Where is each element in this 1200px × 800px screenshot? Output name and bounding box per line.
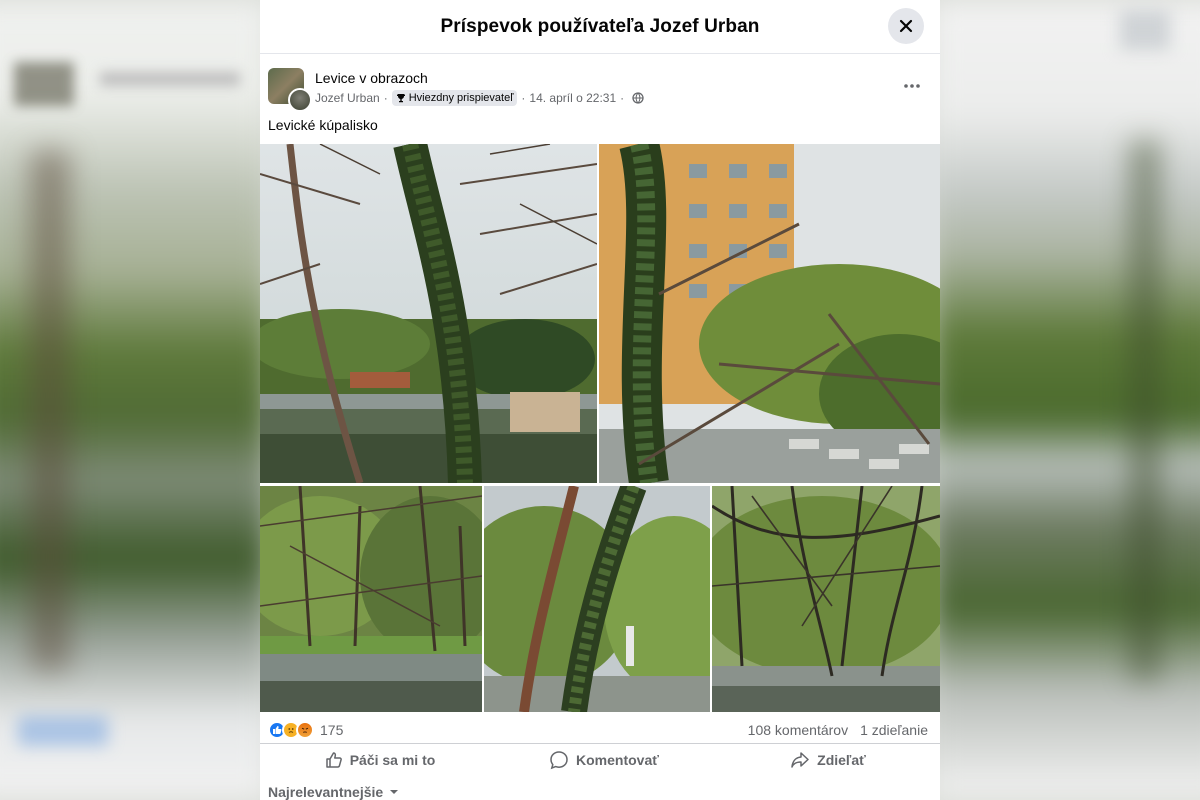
- photo-1[interactable]: [260, 144, 597, 483]
- trophy-icon: [396, 94, 405, 103]
- comment-button[interactable]: Komentovať: [492, 744, 716, 775]
- reaction-summary[interactable]: 175: [268, 721, 343, 739]
- contributor-badge[interactable]: Hviezdny prispievateľ: [391, 90, 518, 106]
- share-label: Zdieľať: [817, 751, 866, 768]
- close-icon: [899, 19, 913, 33]
- photo-3[interactable]: [260, 486, 482, 712]
- post-text: Levické kúpalisko: [268, 117, 378, 133]
- user-avatar[interactable]: [288, 88, 312, 112]
- separator-dot: ·: [521, 91, 526, 105]
- comment-label: Komentovať: [576, 751, 659, 768]
- post-meta: Levice v obrazoch Jozef Urban · Hviezdny…: [315, 70, 644, 106]
- stats-right: 108 komentárov 1 zdieľanie: [748, 722, 928, 738]
- reaction-count[interactable]: 175: [320, 722, 343, 738]
- share-arrow-icon: [791, 751, 809, 768]
- comment-count-link[interactable]: 108 komentárov: [748, 722, 848, 738]
- separator-dot: ·: [620, 91, 625, 105]
- post-subline: Jozef Urban · Hviezdny prispievateľ · 14…: [315, 90, 644, 106]
- share-count-link[interactable]: 1 zdieľanie: [860, 722, 928, 738]
- more-options-button[interactable]: [898, 72, 926, 100]
- group-name-link[interactable]: Levice v obrazoch: [315, 70, 644, 86]
- comment-bubble-icon: [550, 750, 568, 769]
- close-button[interactable]: [888, 8, 924, 44]
- sort-label: Najrelevantnejšie: [268, 784, 384, 800]
- share-button[interactable]: Zdieľať: [716, 744, 940, 775]
- post-actions: Páči sa mi to Komentovať Zdieľať: [260, 743, 940, 775]
- like-button[interactable]: Páči sa mi to: [268, 744, 492, 775]
- modal-header: Príspevok používateľa Jozef Urban: [260, 0, 940, 54]
- like-label: Páči sa mi to: [349, 751, 436, 768]
- caret-down-icon: [390, 790, 399, 794]
- badge-label: Hviezdny prispievateľ: [408, 92, 514, 104]
- globe-icon: [632, 92, 644, 104]
- separator-dot: ·: [383, 91, 388, 105]
- avatar[interactable]: [268, 68, 312, 112]
- photo-2[interactable]: [599, 144, 940, 483]
- angry-reaction-icon: [296, 721, 314, 739]
- thumbs-up-icon: [325, 751, 342, 768]
- post-timestamp[interactable]: 14. apríl o 22:31: [529, 91, 616, 105]
- author-link[interactable]: Jozef Urban: [315, 91, 380, 105]
- post-modal: Príspevok používateľa Jozef Urban Levice…: [260, 0, 940, 800]
- photo-grid: [260, 144, 940, 712]
- modal-title: Príspevok používateľa Jozef Urban: [440, 15, 760, 37]
- more-icon: [904, 84, 920, 88]
- comments-sort-dropdown[interactable]: Najrelevantnejšie: [268, 784, 399, 800]
- photo-4[interactable]: [484, 486, 710, 712]
- post-header: Levice v obrazoch Jozef Urban · Hviezdny…: [260, 54, 940, 112]
- photo-5[interactable]: [712, 486, 940, 712]
